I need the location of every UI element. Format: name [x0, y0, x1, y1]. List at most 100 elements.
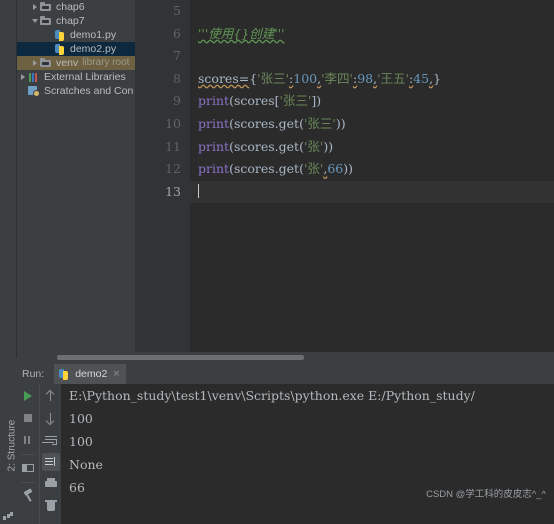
scratches-icon: [28, 85, 41, 98]
print-keyword: print: [198, 93, 230, 109]
dict-value-1: 100: [293, 70, 318, 86]
code-line-9[interactable]: print(scores['张三']): [190, 90, 554, 113]
run-tool-window: Run: demo2 × 2: Structure E:\Python_stud…: [0, 364, 554, 524]
run-tab-demo2[interactable]: demo2 ×: [54, 364, 126, 384]
console-output-line: 100: [69, 434, 93, 449]
down-button[interactable]: [42, 409, 60, 427]
pause-button[interactable]: [19, 431, 37, 449]
line9-end: ]): [311, 93, 322, 109]
run-tab-label: demo2: [75, 368, 108, 380]
structure-icon: [3, 512, 13, 520]
tree-item-scratches-and-con[interactable]: Scratches and Con: [17, 84, 135, 98]
scroll-to-end-button[interactable]: [41, 453, 60, 471]
folder-icon: [40, 15, 53, 28]
code-line-5[interactable]: [190, 0, 554, 23]
code-line-11[interactable]: print(scores.get('张')): [190, 136, 554, 159]
print-keyword: print: [198, 138, 230, 154]
toolbar-separator: [21, 482, 35, 483]
brace-close: }: [433, 70, 442, 86]
print-keyword: print: [198, 115, 230, 131]
toolbar-separator: [21, 454, 35, 455]
structure-tool-button[interactable]: 2: Structure: [0, 384, 18, 524]
run-window-label: Run:: [22, 368, 45, 380]
print-button[interactable]: [42, 475, 60, 493]
chevron-collapsed-icon[interactable]: [19, 70, 28, 84]
clear-button[interactable]: [42, 497, 60, 515]
line10-string: '张三': [303, 115, 336, 131]
up-button[interactable]: [42, 387, 60, 405]
tree-item-venv[interactable]: venv library root: [17, 56, 135, 70]
line-number-10[interactable]: 10: [135, 113, 190, 136]
print-keyword: print: [198, 161, 230, 177]
line10-mid: (scores.get(: [229, 115, 304, 131]
dict-value-2: 98: [357, 70, 374, 86]
line-number-8[interactable]: 8: [135, 68, 190, 91]
code-line-7[interactable]: [190, 45, 554, 68]
line-number-6[interactable]: 6: [135, 23, 190, 46]
project-tree[interactable]: chap6 chap7 demo1.py demo2.py venv library ro…: [17, 0, 135, 98]
tree-item-label: chap7: [56, 15, 85, 27]
stop-button[interactable]: [19, 409, 37, 427]
line12-default: 66: [327, 161, 344, 177]
tree-item-label: External Libraries: [44, 71, 126, 83]
soft-wrap-button[interactable]: [42, 431, 60, 449]
line12-mid: (scores.get(: [229, 161, 304, 177]
line-number-5[interactable]: 5: [135, 0, 190, 23]
assign-target: scores=: [198, 70, 250, 86]
code-line-8[interactable]: scores={'张三':100,'李四':98,'王五':45,}: [190, 68, 554, 91]
editor-horizontal-scrollbar[interactable]: [17, 352, 554, 364]
tree-item-demo2-py[interactable]: demo2.py: [17, 42, 135, 56]
line12-end: )): [343, 161, 353, 177]
tree-item-label: demo1.py: [70, 29, 117, 41]
line-number-12[interactable]: 12: [135, 158, 190, 181]
chevron-collapsed-icon[interactable]: [31, 0, 40, 14]
line9-mid: (scores[: [229, 93, 280, 109]
console-output-line: None: [69, 457, 103, 472]
tree-item-external-libraries[interactable]: External Libraries: [17, 70, 135, 84]
python-file-icon: [54, 29, 67, 42]
scrollbar-thumb[interactable]: [57, 355, 304, 360]
docstring-comment: '''使用{}创建''': [198, 25, 285, 41]
dict-key-1: '张三': [257, 70, 290, 86]
code-line-12[interactable]: print(scores.get('张',66)): [190, 158, 554, 181]
run-toolbar-secondary[interactable]: [39, 384, 61, 524]
python-file-icon: [58, 368, 71, 381]
tree-item-label: chap6: [56, 1, 85, 13]
layout-button[interactable]: [19, 459, 37, 477]
run-console-output[interactable]: E:\Python_study\test1\venv\Scripts\pytho…: [61, 384, 554, 524]
dict-value-3: 45: [413, 70, 430, 86]
dict-key-3: '王五': [377, 70, 409, 86]
left-tool-strip: [0, 0, 17, 358]
run-button[interactable]: [19, 387, 37, 405]
python-file-icon: [54, 43, 67, 56]
run-tab-bar: Run: demo2 ×: [17, 364, 554, 384]
tree-item-chap6[interactable]: chap6: [17, 0, 135, 14]
text-caret: [198, 183, 199, 198]
line-number-7[interactable]: 7: [135, 45, 190, 68]
folder-icon: [40, 57, 53, 70]
chevron-collapsed-icon[interactable]: [31, 56, 40, 70]
pin-button[interactable]: [19, 487, 37, 505]
tree-item-demo1-py[interactable]: demo1.py: [17, 28, 135, 42]
code-line-13[interactable]: [190, 180, 554, 204]
line-number-13[interactable]: 13: [135, 181, 190, 204]
project-tree-panel[interactable]: chap6 chap7 demo1.py demo2.py venv library ro…: [17, 0, 135, 352]
chevron-expanded-icon[interactable]: [31, 14, 40, 28]
library-icon: [28, 71, 41, 84]
line-number-9[interactable]: 9: [135, 90, 190, 113]
line-number-11[interactable]: 11: [135, 136, 190, 159]
structure-label: 2: Structure: [6, 419, 18, 472]
console-command-line: E:\Python_study\test1\venv\Scripts\pytho…: [69, 388, 475, 403]
run-toolbar-primary[interactable]: [17, 384, 39, 524]
watermark-text: CSDN @学工科的皮皮志^_^: [426, 489, 546, 500]
line11-string: '张': [303, 138, 324, 154]
code-editor[interactable]: '''使用{}创建''' scores={'张三':100,'李四':98,'王…: [190, 0, 554, 352]
code-line-6[interactable]: '''使用{}创建''': [190, 23, 554, 46]
brace-open: {: [249, 70, 258, 86]
tree-item-chap7[interactable]: chap7: [17, 14, 135, 28]
code-line-10[interactable]: print(scores.get('张三')): [190, 113, 554, 136]
close-icon[interactable]: ×: [113, 368, 119, 380]
